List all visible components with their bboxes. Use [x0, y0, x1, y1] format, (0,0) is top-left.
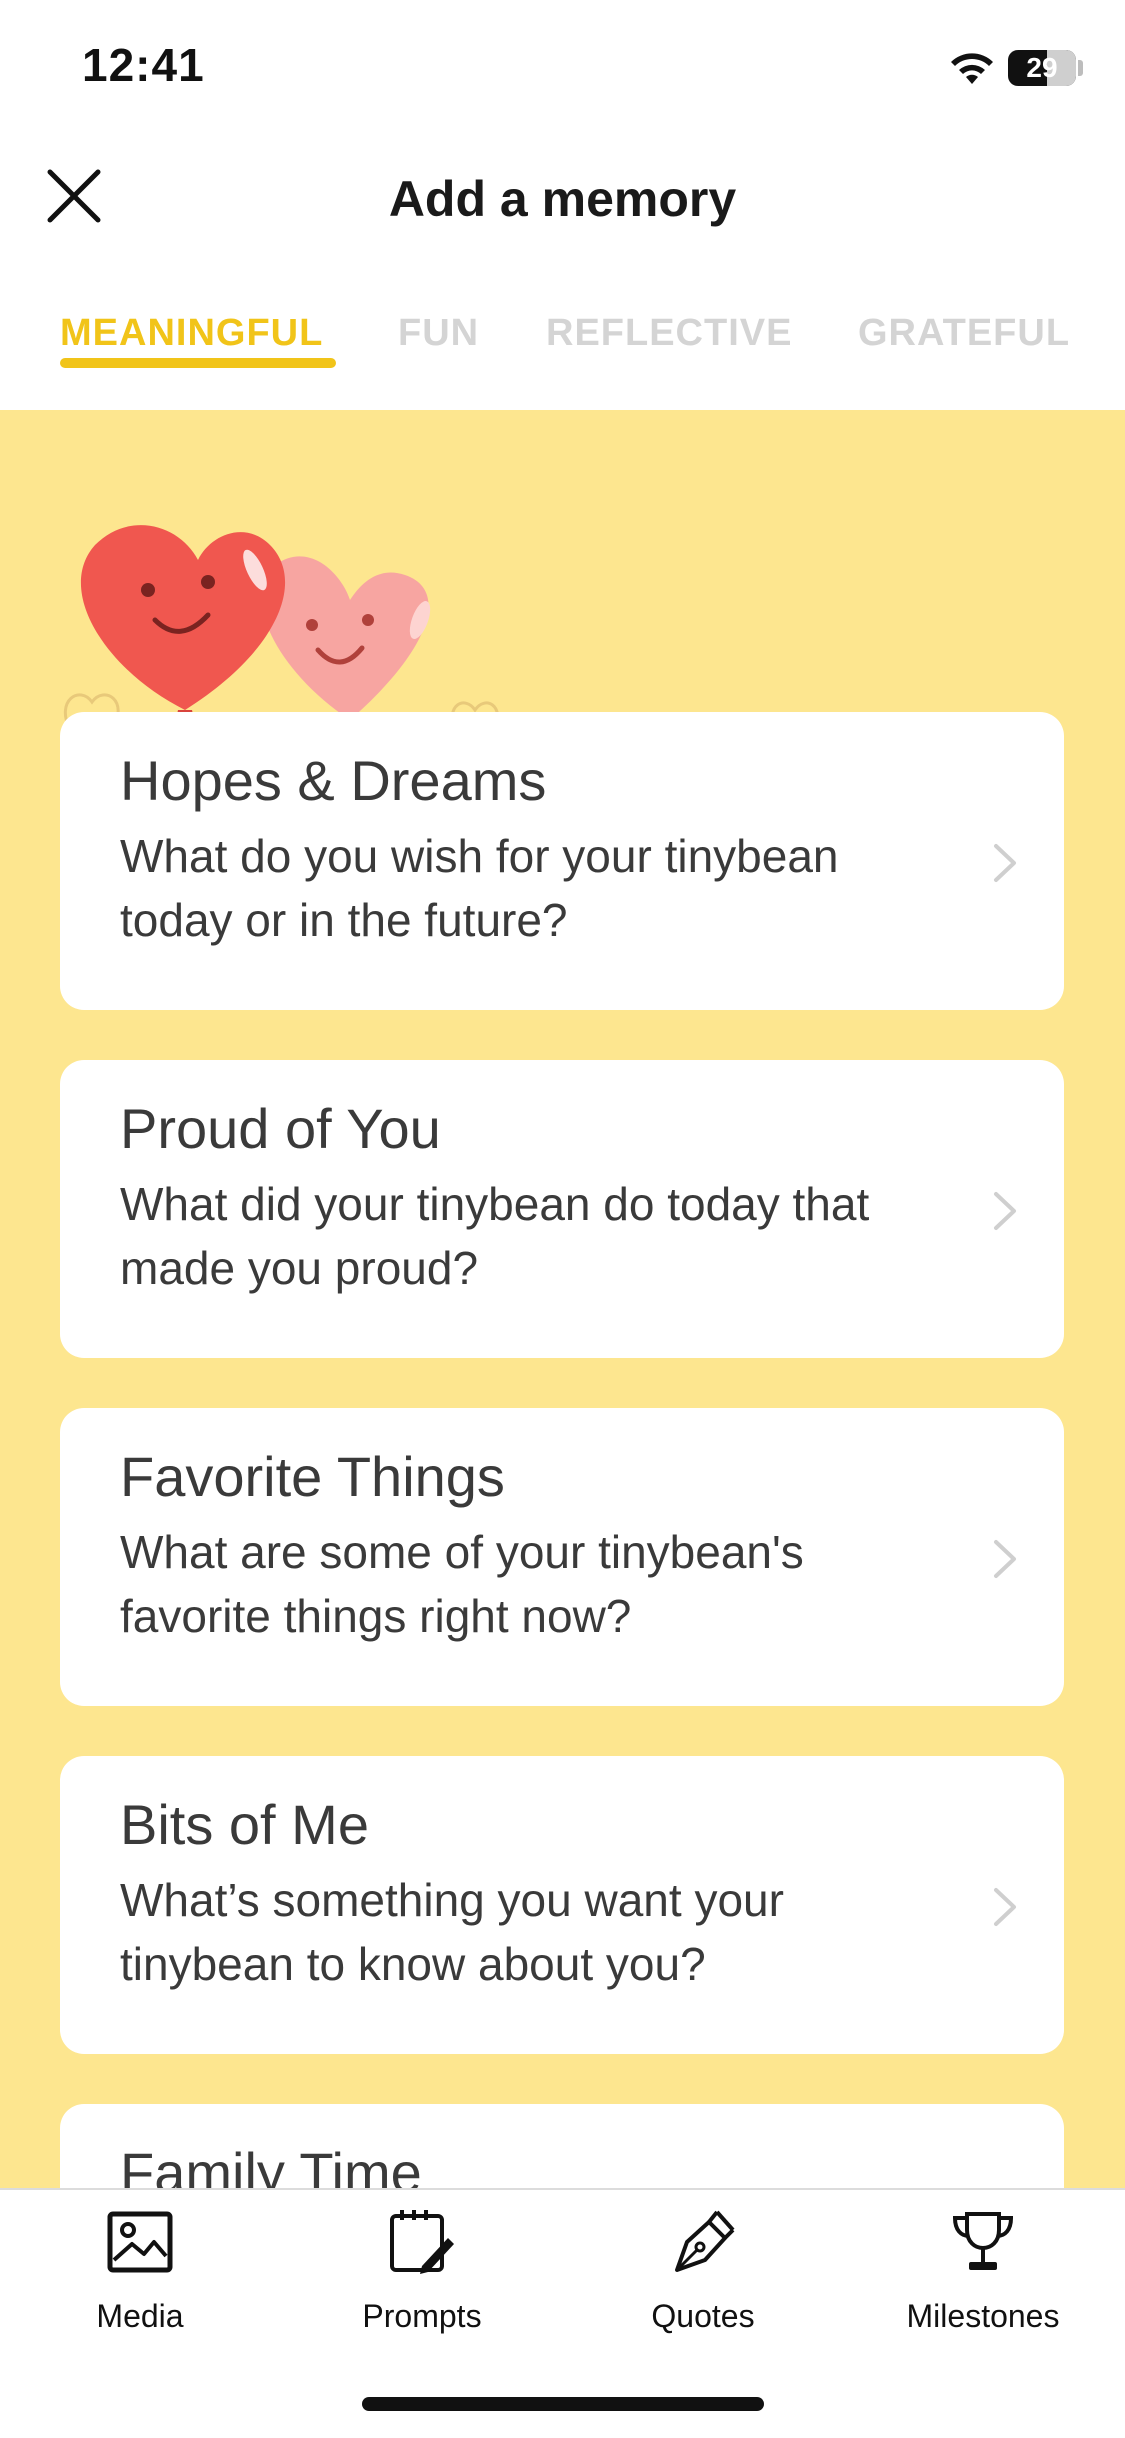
- prompt-card-bits-of-me[interactable]: Bits of Me What’s something you want you…: [60, 1756, 1064, 2054]
- prompt-title: Proud of You: [120, 1097, 441, 1160]
- prompt-title: Hopes & Dreams: [120, 749, 547, 812]
- battery-nub: [1078, 60, 1083, 76]
- battery-level: 29: [1026, 52, 1058, 83]
- prompt-title: Family Time: [120, 2141, 422, 2188]
- wifi-icon: [951, 53, 993, 84]
- nav-label: Media: [96, 2298, 184, 2334]
- nav-quotes[interactable]: Quotes: [583, 2208, 823, 2348]
- prompt-title: Bits of Me: [120, 1793, 369, 1856]
- battery-icon: 29: [1008, 50, 1076, 86]
- prompt-card-favorite-things[interactable]: Favorite Things What are some of your ti…: [60, 1408, 1064, 1706]
- image-icon: [107, 2211, 173, 2273]
- prompt-description: What do you wish for your tinybean today…: [120, 830, 839, 946]
- tab-reflective[interactable]: REFLECTIVE: [546, 312, 792, 355]
- nav-milestones[interactable]: Milestones: [863, 2208, 1103, 2348]
- status-time: 12:41: [82, 39, 205, 91]
- trophy-icon: [952, 2212, 1014, 2270]
- chevron-right-icon: [994, 1888, 1016, 1926]
- nav-label: Quotes: [651, 2298, 755, 2334]
- prompt-card-hopes-dreams[interactable]: Hopes & Dreams What do you wish for your…: [60, 712, 1064, 1010]
- notepad-pen-icon: [390, 2210, 454, 2274]
- category-tabs: MEANINGFUL FUN REFLECTIVE GRATEFUL: [0, 300, 1125, 410]
- prompt-description: What’s something you want your tinybean …: [120, 1874, 784, 1990]
- prompt-title: Favorite Things: [120, 1445, 505, 1508]
- prompt-description: What did your tinybean do today that mad…: [120, 1178, 870, 1294]
- tab-grateful[interactable]: GRATEFUL: [858, 312, 1070, 355]
- nav-label: Milestones: [906, 2298, 1060, 2334]
- chevron-right-icon: [994, 1192, 1016, 1230]
- heart-balloons-illustration: [63, 525, 500, 730]
- pen-nib-icon: [675, 2210, 735, 2272]
- tab-meaningful[interactable]: MEANINGFUL: [60, 312, 323, 355]
- tab-fun[interactable]: FUN: [398, 312, 479, 355]
- nav-media[interactable]: Media: [20, 2208, 260, 2348]
- prompt-card-proud-of-you[interactable]: Proud of You What did your tinybean do t…: [60, 1060, 1064, 1358]
- page-title: Add a memory: [388, 171, 737, 227]
- nav-label: Prompts: [362, 2298, 482, 2334]
- nav-prompts[interactable]: Prompts: [302, 2208, 542, 2348]
- status-bar: 12:41 29: [0, 0, 1125, 140]
- prompt-card-family-time[interactable]: Family Time: [60, 2104, 1064, 2188]
- prompt-description: What are some of your tinybean's favorit…: [120, 1526, 804, 1642]
- prompt-list[interactable]: Hopes & Dreams What do you wish for your…: [0, 410, 1125, 2188]
- active-tab-indicator: [60, 358, 336, 368]
- chevron-right-icon: [994, 844, 1016, 882]
- chevron-right-icon: [994, 1540, 1016, 1578]
- home-indicator: [362, 2397, 764, 2411]
